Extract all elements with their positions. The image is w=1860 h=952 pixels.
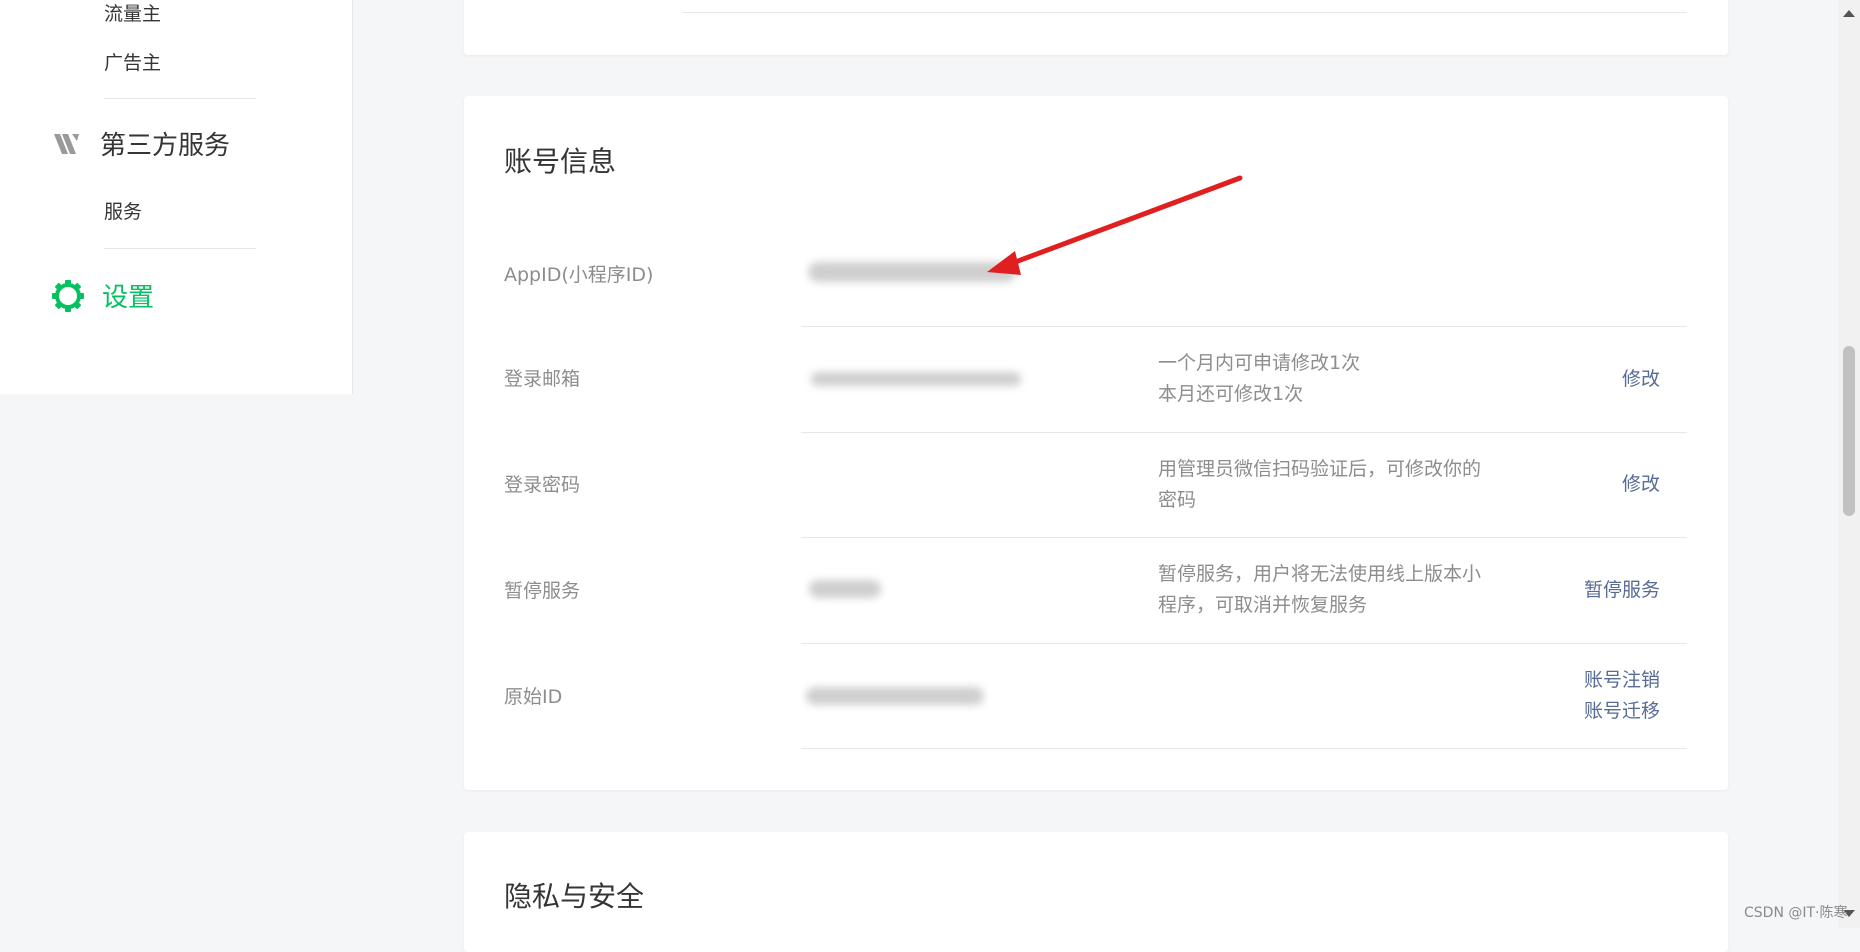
- row-label-email: 登录邮箱: [504, 368, 581, 390]
- card-title: 账号信息: [504, 145, 617, 178]
- row-divider: [801, 748, 1687, 749]
- row-label-original-id: 原始ID: [504, 686, 563, 708]
- vertical-scrollbar[interactable]: [1838, 0, 1860, 928]
- cancel-account-link[interactable]: 账号注销: [1584, 665, 1660, 696]
- row-divider: [801, 537, 1687, 538]
- row-label-appid: AppID(小程序ID): [504, 264, 654, 286]
- redacted-suspend-value: [809, 580, 881, 598]
- sidebar-divider: [104, 98, 256, 99]
- row-divider: [801, 643, 1687, 644]
- account-info-card: 账号信息 AppID(小程序ID) 登录邮箱 一个月内可申请修改1次 本月还可修…: [464, 96, 1728, 790]
- sidebar-item-service[interactable]: 服务: [104, 200, 142, 224]
- sidebar-section-settings[interactable]: 设置: [52, 280, 154, 316]
- sidebar-section-label: 设置: [102, 283, 155, 313]
- sidebar-divider: [104, 248, 256, 249]
- migrate-account-link[interactable]: 账号迁移: [1584, 696, 1660, 727]
- scrollbar-thumb[interactable]: [1843, 346, 1855, 516]
- sidebar-item-traffic-owner[interactable]: 流量主: [104, 2, 161, 26]
- card-title: 隐私与安全: [504, 880, 645, 913]
- watermark: CSDN @IT·陈寒: [1744, 905, 1848, 921]
- password-change-note: 用管理员微信扫码验证后，可修改你的密码: [1158, 458, 1482, 511]
- redacted-email-value: [811, 372, 1021, 386]
- row-divider: [682, 12, 1687, 13]
- sidebar: 流量主 广告主 第三方服务 服务 设置: [0, 0, 353, 394]
- redacted-appid-value: [808, 262, 1016, 282]
- row-label-suspend: 暂停服务: [504, 580, 581, 602]
- row-label-password: 登录密码: [504, 474, 581, 496]
- third-party-services-icon: [52, 129, 82, 163]
- sidebar-section-label: 第三方服务: [100, 131, 231, 161]
- modify-password-link[interactable]: 修改: [1622, 469, 1660, 500]
- email-change-note: 一个月内可申请修改1次 本月还可修改1次: [1158, 352, 1361, 405]
- redacted-original-id-value: [806, 687, 984, 705]
- suspend-service-link[interactable]: 暂停服务: [1584, 575, 1660, 606]
- previous-card: [464, 0, 1728, 55]
- gear-icon: [52, 280, 84, 316]
- row-divider: [801, 432, 1687, 433]
- suspend-service-note: 暂停服务，用户将无法使用线上版本小程序，可取消并恢复服务: [1158, 563, 1482, 616]
- row-divider: [801, 326, 1687, 327]
- privacy-security-card: 隐私与安全: [464, 832, 1728, 952]
- modify-email-link[interactable]: 修改: [1622, 364, 1660, 395]
- sidebar-section-third-party[interactable]: 第三方服务: [52, 129, 230, 163]
- scroll-up-arrow-icon[interactable]: [1843, 10, 1855, 17]
- sidebar-item-advertiser[interactable]: 广告主: [104, 51, 161, 75]
